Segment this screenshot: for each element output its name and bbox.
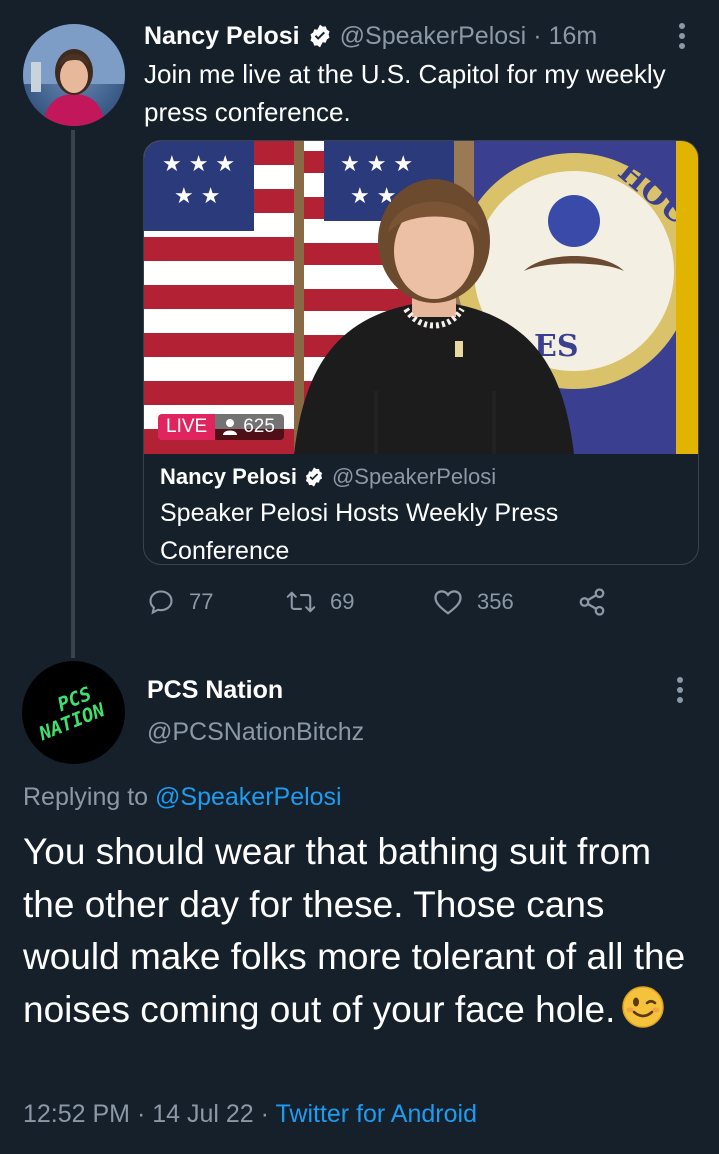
share-icon <box>579 588 605 616</box>
tweet-header: Nancy Pelosi @SpeakerPelosi · 16m <box>144 16 597 56</box>
tweet-date: 14 Jul 22 <box>152 1100 254 1128</box>
winking-face-emoji-icon <box>622 985 665 1028</box>
retweet-count: 69 <box>330 589 355 614</box>
dot-separator: · <box>533 21 542 50</box>
replying-prefix: Replying to <box>23 783 149 811</box>
viewer-count: 625 <box>215 414 284 440</box>
live-label: LIVE <box>158 414 216 440</box>
reply-text-body: You should wear that bathing suit from t… <box>23 831 686 1030</box>
author-name[interactable]: PCS Nation <box>147 676 283 705</box>
verified-badge-icon <box>310 24 330 48</box>
heart-icon <box>434 590 462 615</box>
avatar-photo <box>23 24 125 126</box>
retweet-button[interactable]: 69 <box>286 582 354 622</box>
timestamp[interactable]: 16m <box>549 22 598 51</box>
svg-text:★ ★ ★: ★ ★ ★ <box>162 152 235 177</box>
svg-text:★ ★: ★ ★ <box>174 184 220 209</box>
avatar[interactable] <box>23 24 125 126</box>
reply-tweet-text: You should wear that bathing suit from t… <box>23 826 703 1036</box>
viewer-count-value: 625 <box>243 416 275 437</box>
like-count: 356 <box>477 589 514 614</box>
author-handle[interactable]: @PCSNationBitchz <box>147 718 364 747</box>
more-options-icon[interactable] <box>670 21 694 56</box>
live-broadcast-card[interactable]: ★ ★ ★ ★ ★ ★ ★ ★ ★ ★ HOUSE ES LIVE 625 Na… <box>143 140 699 565</box>
tweet-text: Join me live at the U.S. Capitol for my … <box>144 59 666 127</box>
broadcast-scene: ★ ★ ★ ★ ★ ★ ★ ★ ★ ★ HOUSE ES <box>144 141 698 454</box>
tweet-meta: 12:52 PM · 14 Jul 22 · Twitter for Andro… <box>23 1100 477 1129</box>
reply-icon <box>149 590 173 615</box>
viewer-person-icon <box>223 419 238 435</box>
more-options-icon[interactable] <box>668 675 692 710</box>
share-button[interactable] <box>577 582 607 622</box>
reply-button[interactable]: 77 <box>147 582 213 622</box>
reply-count: 77 <box>189 589 214 614</box>
card-author-name: Nancy Pelosi <box>160 464 297 489</box>
dot-separator: · <box>260 1100 269 1128</box>
author-name[interactable]: Nancy Pelosi <box>144 22 300 51</box>
pcs-nation-logo: PCS NATION <box>35 683 108 746</box>
card-author-row: Nancy Pelosi @SpeakerPelosi <box>160 461 680 493</box>
broadcast-thumbnail[interactable]: ★ ★ ★ ★ ★ ★ ★ ★ ★ ★ HOUSE ES LIVE 625 <box>144 141 698 454</box>
card-author-handle: @SpeakerPelosi <box>331 464 497 489</box>
verified-badge-icon <box>305 467 323 487</box>
live-indicator: LIVE 625 <box>158 414 284 440</box>
avatar[interactable]: PCS NATION <box>22 661 125 764</box>
dot-separator: · <box>136 1100 146 1128</box>
like-button[interactable]: 356 <box>433 582 514 622</box>
author-handle[interactable]: @SpeakerPelosi <box>340 22 527 51</box>
card-info: Nancy Pelosi @SpeakerPelosi Speaker Pelo… <box>160 461 680 565</box>
tweet-time: 12:52 PM <box>23 1100 131 1128</box>
tweet-actions: 77 69 356 <box>143 582 613 622</box>
replying-to: Replying to @SpeakerPelosi <box>23 783 342 812</box>
card-title: Speaker Pelosi Hosts Weekly Press Confer… <box>160 499 559 565</box>
thread-connector-line <box>71 130 75 658</box>
svg-text:★ ★ ★: ★ ★ ★ <box>340 152 413 177</box>
tweet-source-link[interactable]: Twitter for Android <box>276 1100 477 1128</box>
retweet-icon <box>286 591 316 613</box>
replying-mention-link[interactable]: @SpeakerPelosi <box>155 783 342 811</box>
